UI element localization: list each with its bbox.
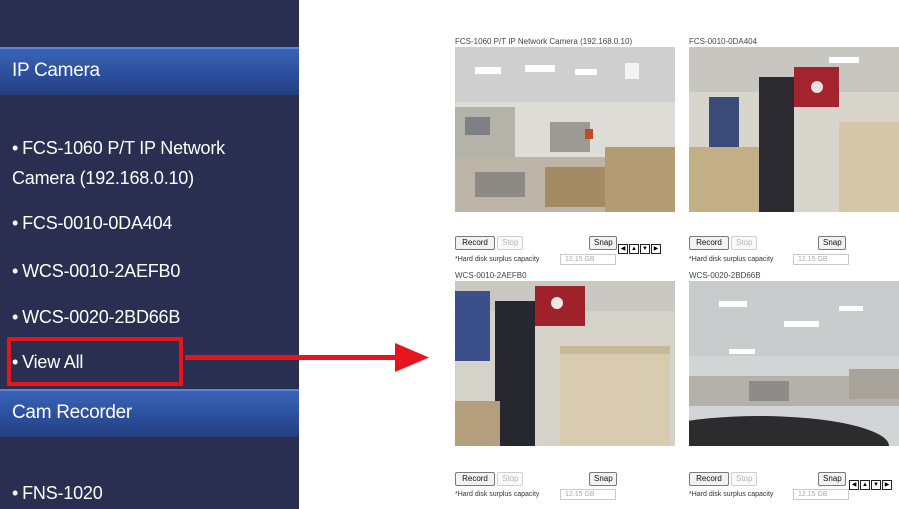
camera-feed-1 <box>455 47 675 212</box>
capacity-value-field: 12.15 GB <box>793 254 849 265</box>
right-arrow-icon[interactable]: ▶ <box>882 480 892 490</box>
office-scene-image <box>689 281 899 446</box>
sidebar-item-fcs-0010[interactable]: • FCS-0010-0DA404 <box>12 208 292 238</box>
sidebar-item-label: WCS-0010-2AEFB0 <box>22 261 181 281</box>
ptz-controls: ◀ ▲ ▼ ▶ <box>618 244 661 254</box>
stop-button[interactable]: Stop <box>497 236 523 250</box>
capacity-label: *Hard disk surplus capacity <box>455 491 540 498</box>
sidebar-item-fcs-1060[interactable]: • FCS-1060 P/T IP Network Camera (192.168… <box>12 133 292 193</box>
bullet: • <box>12 138 19 158</box>
bullet: • <box>12 483 19 503</box>
camera-feed-3 <box>455 281 675 446</box>
stop-button[interactable]: Stop <box>731 236 757 250</box>
down-arrow-icon[interactable]: ▼ <box>640 244 650 254</box>
view-all-highlight-box <box>7 337 183 386</box>
sidebar-item-label: FNS-1020 <box>22 483 103 503</box>
camera-title: WCS-0010-2AEFB0 <box>455 271 527 280</box>
snap-button[interactable]: Snap <box>818 472 846 486</box>
right-arrow-icon[interactable]: ▶ <box>651 244 661 254</box>
down-arrow-icon[interactable]: ▼ <box>871 480 881 490</box>
up-arrow-icon[interactable]: ▲ <box>860 480 870 490</box>
snap-button[interactable]: Snap <box>818 236 846 250</box>
record-button[interactable]: Record <box>689 472 729 486</box>
camera-feed-2 <box>689 47 899 212</box>
capacity-label: *Hard disk surplus capacity <box>455 256 540 263</box>
ip-camera-header: IP Camera <box>0 47 299 95</box>
left-arrow-icon[interactable]: ◀ <box>618 244 628 254</box>
office-scene-image <box>455 47 675 212</box>
sidebar-item-label: FCS-1060 P/T IP Network Camera (192.168.… <box>12 138 225 188</box>
capacity-value-field: 12.15 GB <box>793 489 849 500</box>
left-arrow-icon[interactable]: ◀ <box>849 480 859 490</box>
bullet: • <box>12 213 19 233</box>
capacity-value-field: 12.15 GB <box>560 254 616 265</box>
capacity-value-field: 12.15 GB <box>560 489 616 500</box>
record-button[interactable]: Record <box>455 236 495 250</box>
sidebar-item-label: WCS-0020-2BD66B <box>22 307 181 327</box>
stop-button[interactable]: Stop <box>731 472 757 486</box>
record-button[interactable]: Record <box>689 236 729 250</box>
camera-feed-4 <box>689 281 899 446</box>
sidebar-item-wcs-0010[interactable]: • WCS-0010-2AEFB0 <box>12 256 292 286</box>
sidebar: IP Camera • FCS-1060 P/T IP Network Camer… <box>0 0 299 509</box>
office-scene-image <box>455 281 675 446</box>
sidebar-item-fns-1020[interactable]: • FNS-1020 <box>12 478 292 508</box>
stop-button[interactable]: Stop <box>497 472 523 486</box>
ptz-controls: ◀ ▲ ▼ ▶ <box>849 480 892 490</box>
camera-title: WCS-0020-2BD66B <box>689 271 761 280</box>
sidebar-item-wcs-0020[interactable]: • WCS-0020-2BD66B <box>12 302 292 332</box>
office-scene-image <box>689 47 899 212</box>
camera-title: FCS-0010-0DA404 <box>689 37 758 46</box>
snap-button[interactable]: Snap <box>589 472 617 486</box>
bullet: • <box>12 307 19 327</box>
record-button[interactable]: Record <box>455 472 495 486</box>
capacity-label: *Hard disk surplus capacity <box>689 491 774 498</box>
sidebar-item-label: FCS-0010-0DA404 <box>22 213 173 233</box>
capacity-label: *Hard disk surplus capacity <box>689 256 774 263</box>
red-arrow-icon <box>185 343 429 372</box>
cam-recorder-header: Cam Recorder <box>0 389 299 437</box>
bullet: • <box>12 261 19 281</box>
camera-title: FCS-1060 P/T IP Network Camera (192.168.… <box>455 37 633 46</box>
up-arrow-icon[interactable]: ▲ <box>629 244 639 254</box>
snap-button[interactable]: Snap <box>589 236 617 250</box>
